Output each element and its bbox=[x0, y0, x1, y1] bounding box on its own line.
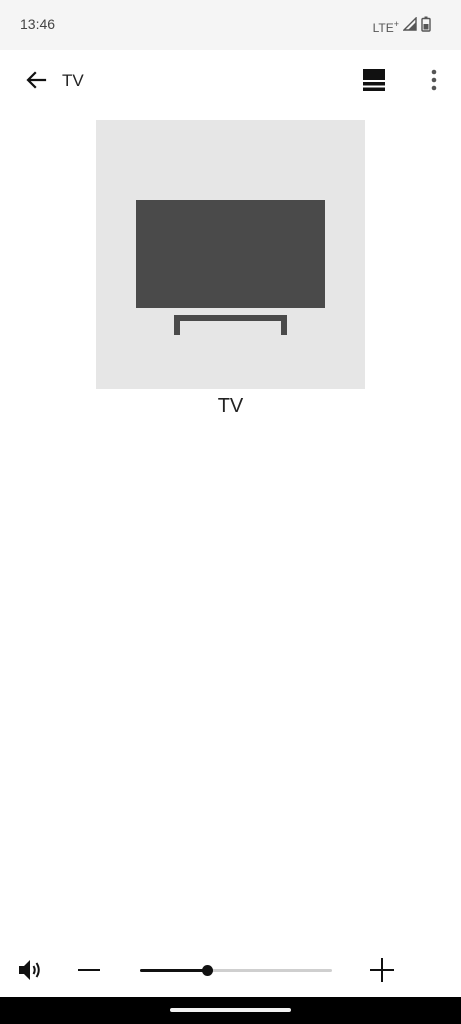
volume-slider[interactable] bbox=[140, 960, 332, 982]
speaker-icon bbox=[17, 958, 45, 987]
mute-button[interactable] bbox=[14, 955, 48, 989]
page-title: TV bbox=[62, 71, 84, 90]
volume-bar bbox=[0, 946, 461, 996]
battery-icon bbox=[421, 16, 431, 37]
screen: 13:46 LTE+ TV TV bbox=[0, 0, 461, 1024]
minus-icon bbox=[77, 958, 101, 987]
status-time: 13:46 bbox=[20, 16, 56, 32]
more-options-button[interactable] bbox=[416, 64, 452, 100]
home-handle[interactable] bbox=[170, 1008, 291, 1012]
navigation-bar bbox=[0, 997, 461, 1024]
slider-thumb[interactable] bbox=[202, 965, 213, 976]
network-label: LTE+ bbox=[373, 19, 399, 35]
network-suffix: + bbox=[393, 18, 399, 29]
device-name: TV bbox=[217, 395, 244, 417]
app-bar: TV bbox=[0, 50, 461, 114]
slider-fill bbox=[140, 969, 207, 972]
layout-toggle-button[interactable] bbox=[356, 64, 392, 100]
back-arrow-icon bbox=[24, 68, 48, 97]
plus-icon bbox=[369, 957, 395, 988]
status-bar: 13:46 LTE+ bbox=[0, 0, 461, 50]
back-button[interactable] bbox=[18, 64, 54, 100]
tv-icon bbox=[136, 200, 325, 335]
network-type: LTE bbox=[372, 20, 394, 35]
device-tile[interactable] bbox=[96, 120, 365, 389]
more-vert-icon bbox=[430, 69, 438, 96]
volume-down-button[interactable] bbox=[72, 955, 106, 989]
signal-icon bbox=[402, 16, 417, 36]
volume-up-button[interactable] bbox=[364, 954, 400, 990]
layout-toggle-icon bbox=[362, 68, 386, 97]
status-icons: LTE+ bbox=[373, 16, 431, 37]
